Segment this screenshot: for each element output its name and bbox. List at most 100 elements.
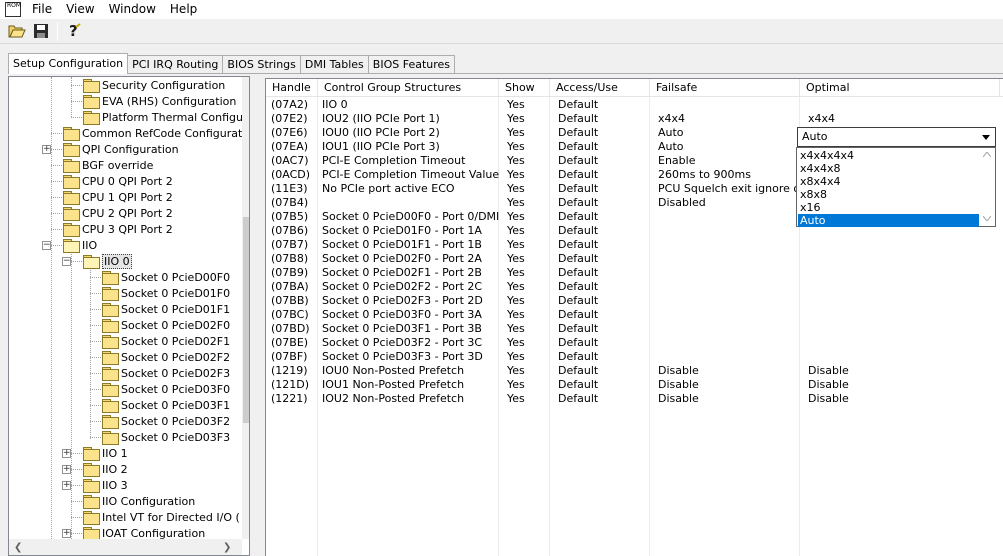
- tree-node[interactable]: Socket 0 PcieD02F3: [102, 365, 230, 381]
- table-row[interactable]: (07BF) Socket 0 PcieD03F3 - Port 3D Yes Def…: [266, 350, 1003, 364]
- tree-node[interactable]: Platform Thermal Configu: [83, 109, 243, 125]
- tree-node-label: Socket 0 PcieD02F3: [121, 366, 231, 380]
- table-row[interactable]: (07E2) IOU2 (IIO PCIe Port 1) Yes Default x4…: [266, 112, 1003, 126]
- tree-node[interactable]: CPU 2 QPI Port 2: [63, 205, 173, 221]
- tree-node[interactable]: Socket 0 PcieD02F0: [102, 317, 230, 333]
- cell-access: Default: [558, 182, 599, 195]
- collapse-minus-icon[interactable]: −: [42, 241, 51, 250]
- tree-node[interactable]: CPU 1 QPI Port 2: [63, 189, 173, 205]
- expand-plus-icon[interactable]: +: [62, 465, 71, 474]
- cell-control-group: Socket 0 PcieD01F1 - Port 1B: [322, 238, 482, 251]
- table-row[interactable]: (07BB) Socket 0 PcieD02F3 - Port 2D Yes Def…: [266, 294, 1003, 308]
- dropdown-option[interactable]: x16: [798, 201, 980, 214]
- tree-node[interactable]: IIO 2: [83, 461, 128, 477]
- tree-node[interactable]: CPU 3 QPI Port 2: [63, 221, 173, 237]
- setup-tree-view[interactable]: Security Configuration EVA (RHS) Configur…: [8, 76, 250, 556]
- tree-node[interactable]: BGF override: [63, 157, 153, 173]
- cell-show: Yes: [507, 294, 525, 307]
- expand-plus-icon[interactable]: +: [62, 481, 71, 490]
- table-row[interactable]: (07BD) Socket 0 PcieD03F1 - Port 3B Yes Def…: [266, 322, 1003, 336]
- cell-access: Default: [558, 210, 599, 223]
- tree-node[interactable]: Intel VT for Directed I/O (: [83, 509, 240, 525]
- tree-node[interactable]: Socket 0 PcieD03F1: [102, 397, 230, 413]
- scroll-down-icon[interactable]: [983, 216, 991, 221]
- column-header-handle[interactable]: Handle: [266, 79, 318, 97]
- tree-node-label: IIO Configuration: [102, 494, 196, 508]
- dropdown-option[interactable]: x4x4x4x4: [798, 149, 980, 162]
- column-header-optimal[interactable]: Optimal: [800, 79, 1000, 97]
- tree-connector: [90, 293, 101, 294]
- table-row[interactable]: (07B9) Socket 0 PcieD02F1 - Port 2B Yes Def…: [266, 266, 1003, 280]
- open-button[interactable]: [6, 21, 28, 42]
- table-row[interactable]: (07A2) IIO 0 Yes Default: [266, 98, 1003, 112]
- tree-node[interactable]: IIO 1: [83, 445, 128, 461]
- tree-horizontal-scrollbar[interactable]: ❮ ❯: [9, 539, 242, 555]
- tree-node[interactable]: Socket 0 PcieD03F3: [102, 429, 230, 445]
- tree-node[interactable]: Socket 0 PcieD01F0: [102, 285, 230, 301]
- tree-node[interactable]: Socket 0 PcieD02F2: [102, 349, 230, 365]
- tree-node[interactable]: QPI Configuration: [63, 141, 179, 157]
- expand-plus-icon[interactable]: +: [42, 145, 51, 154]
- tree-node[interactable]: IIO: [63, 237, 97, 253]
- table-row[interactable]: (07B7) Socket 0 PcieD01F1 - Port 1B Yes Def…: [266, 238, 1003, 252]
- tab-bios-strings[interactable]: BIOS Strings: [222, 55, 301, 74]
- table-row[interactable]: (07BE) Socket 0 PcieD03F2 - Port 3C Yes Def…: [266, 336, 1003, 350]
- tree-node[interactable]: Socket 0 PcieD00F0: [102, 269, 230, 285]
- dropdown-option[interactable]: x8x4x4: [798, 175, 980, 188]
- table-row[interactable]: (1221) IOU2 Non-Posted Prefetch Yes Default…: [266, 392, 1003, 406]
- menu-help[interactable]: Help: [163, 0, 204, 19]
- tree-node[interactable]: Common RefCode Configurati: [63, 125, 245, 141]
- dropdown-option[interactable]: x8x8: [798, 188, 980, 201]
- tree-vertical-scroll-thumb[interactable]: [243, 217, 249, 423]
- column-header-show[interactable]: Show: [499, 79, 550, 97]
- table-row[interactable]: (121D) IOU1 Non-Posted Prefetch Yes Default…: [266, 378, 1003, 392]
- column-header-control-group[interactable]: Control Group Structures: [318, 79, 499, 97]
- tree-node[interactable]: IIO Configuration: [83, 493, 195, 509]
- folder-icon: [63, 223, 80, 237]
- column-header-failsafe[interactable]: Failsafe: [650, 79, 800, 97]
- column-header-access[interactable]: Access/Use: [550, 79, 650, 97]
- tree-node[interactable]: Socket 0 PcieD02F1: [102, 333, 230, 349]
- table-row[interactable]: (07BA) Socket 0 PcieD02F2 - Port 2C Yes Def…: [266, 280, 1003, 294]
- cell-handle: (07B4): [271, 196, 309, 209]
- collapse-minus-icon[interactable]: −: [62, 257, 71, 266]
- tree-node-label: Socket 0 PcieD01F1: [121, 302, 231, 316]
- table-row[interactable]: (1219) IOU0 Non-Posted Prefetch Yes Default…: [266, 364, 1003, 378]
- tab-bios-features[interactable]: BIOS Features: [367, 55, 456, 74]
- tree-node[interactable]: Socket 0 PcieD03F0: [102, 381, 230, 397]
- tab-dmi-tables[interactable]: DMI Tables: [299, 55, 369, 74]
- tree-node[interactable]: Socket 0 PcieD03F2: [102, 413, 230, 429]
- dropdown-scrollbar[interactable]: [979, 148, 995, 226]
- combobox-dropdown-button[interactable]: [978, 129, 994, 145]
- cell-show: Yes: [507, 238, 525, 251]
- expand-plus-icon[interactable]: +: [62, 529, 71, 538]
- expand-plus-icon[interactable]: +: [62, 449, 71, 458]
- tree-vertical-scrollbar[interactable]: [242, 77, 249, 539]
- menu-file[interactable]: File: [25, 0, 59, 19]
- cell-handle: (07BA): [271, 280, 309, 293]
- tree-node[interactable]: IIO 3: [83, 477, 128, 493]
- menu-view[interactable]: View: [59, 0, 101, 19]
- scroll-left-icon[interactable]: ❮: [14, 542, 22, 553]
- dropdown-option[interactable]: x4x4x8: [798, 162, 980, 175]
- tree-node-label: CPU 3 QPI Port 2: [82, 222, 173, 236]
- tree-node[interactable]: IIO 0: [83, 253, 132, 269]
- cell-failsafe: [653, 280, 803, 294]
- table-row[interactable]: (07B8) Socket 0 PcieD02F0 - Port 2A Yes Def…: [266, 252, 1003, 266]
- tree-node[interactable]: Socket 0 PcieD01F1: [102, 301, 230, 317]
- scroll-up-icon[interactable]: [983, 152, 991, 157]
- dropdown-option[interactable]: Auto: [798, 214, 980, 227]
- folder-icon: [83, 463, 100, 477]
- optimal-value-combobox[interactable]: Auto: [797, 127, 996, 147]
- tab-pci-irq-routing[interactable]: PCI IRQ Routing: [127, 55, 224, 74]
- menu-window[interactable]: Window: [102, 0, 163, 19]
- cell-show: Yes: [507, 168, 525, 181]
- table-row[interactable]: (07BC) Socket 0 PcieD03F0 - Port 3A Yes Def…: [266, 308, 1003, 322]
- help-button[interactable]: ?: [63, 21, 85, 42]
- tree-node[interactable]: Security Configuration: [83, 77, 225, 93]
- tab-setup-configuration[interactable]: Setup Configuration: [8, 53, 129, 74]
- save-button[interactable]: [30, 21, 52, 42]
- tree-node[interactable]: EVA (RHS) Configuration: [83, 93, 236, 109]
- tree-node[interactable]: CPU 0 QPI Port 2: [63, 173, 173, 189]
- scroll-right-icon[interactable]: ❯: [223, 542, 231, 553]
